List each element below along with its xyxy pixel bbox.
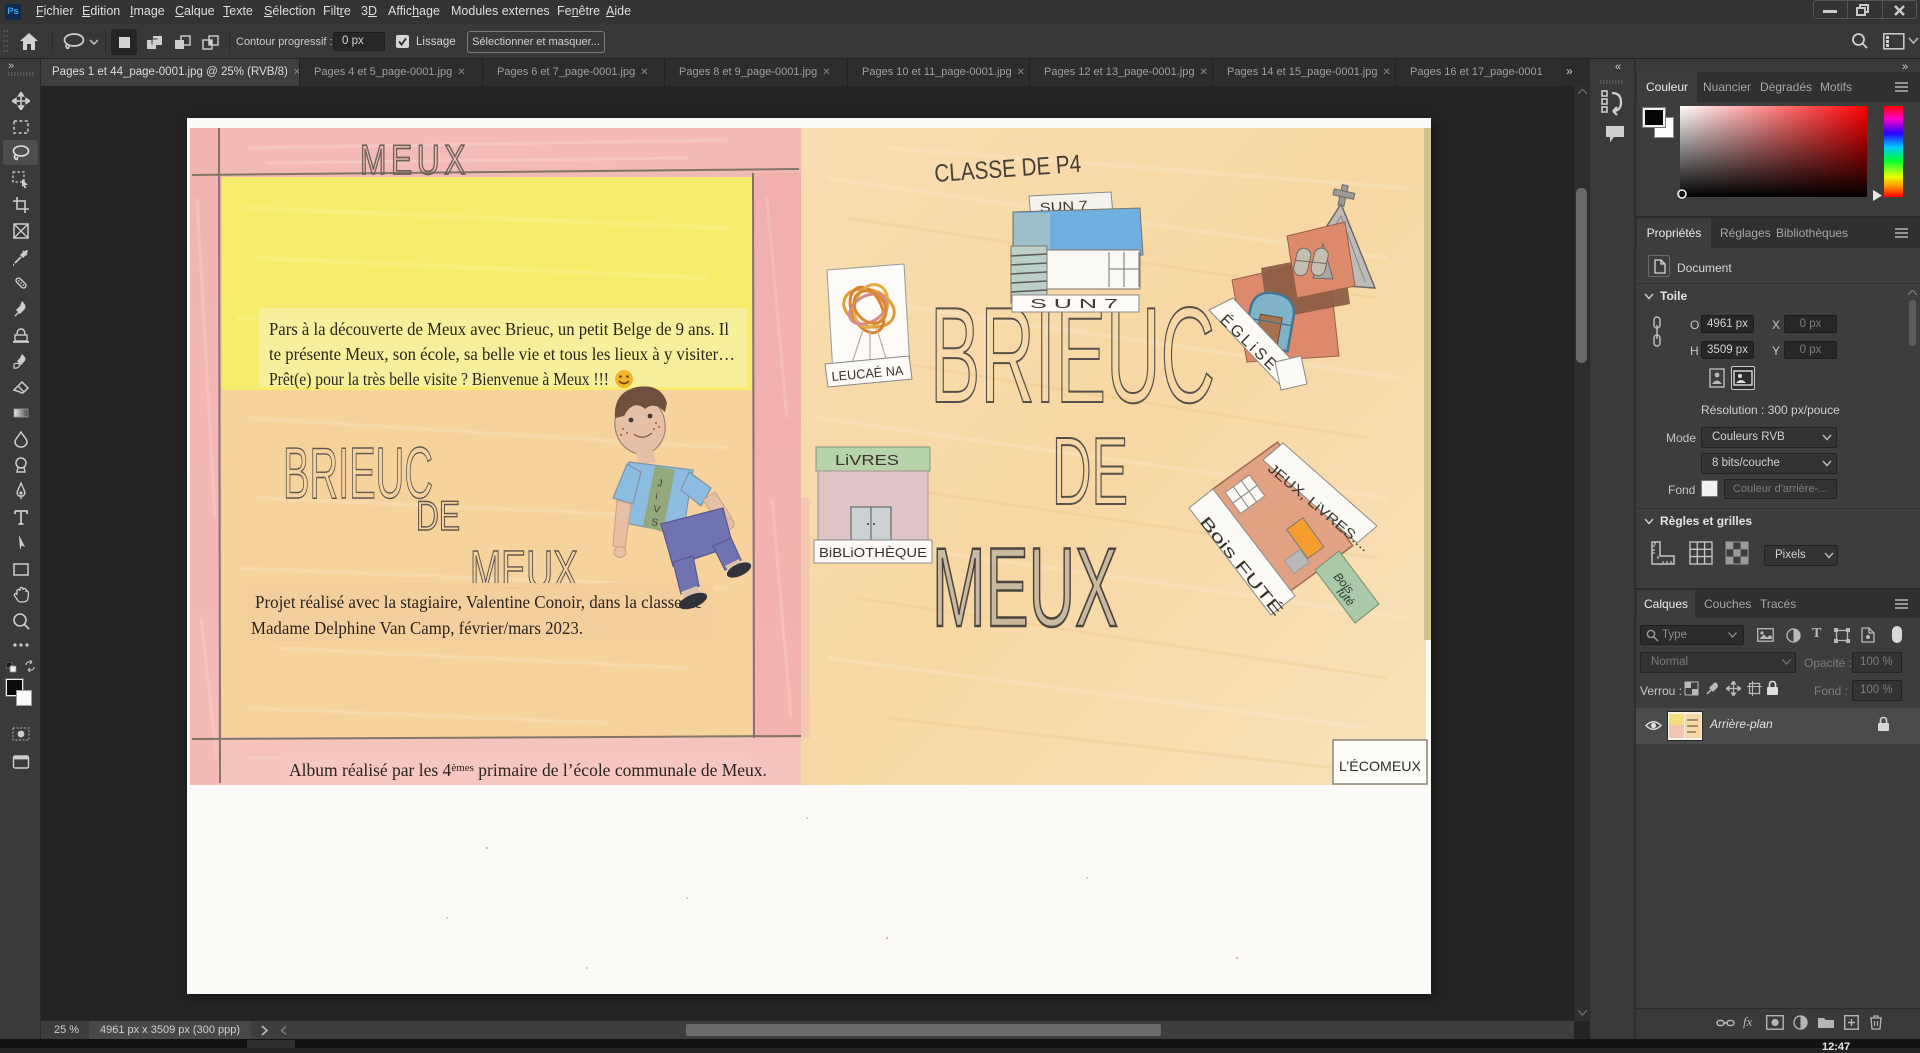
svg-text:Album réalisé par les 4èmes pr: Album réalisé par les 4èmes primaire de … [289,760,767,780]
svg-text:MEUX: MEUX [360,136,470,183]
svg-text:BRIEUC: BRIEUC [283,434,433,514]
svg-text:Pars à la découverte de Meux a: Pars à la découverte de Meux avec Brieuc… [269,319,729,339]
svg-text:Madame Delphine Van Camp, févr: Madame Delphine Van Camp, février/mars 2… [251,618,583,638]
svg-text:BiBLiOTHÈQUE: BiBLiOTHÈQUE [819,545,927,560]
svg-text:MEUX: MEUX [932,525,1118,650]
svg-text:Projet réalisé avec la stagiai: Projet réalisé avec la stagiaire, Valent… [255,592,702,612]
svg-text:te présente Meux, son école, s: te présente Meux, son école, sa belle vi… [269,344,735,364]
svg-text:LiVRES: LiVRES [835,452,899,469]
svg-text:DE: DE [416,492,460,539]
svg-text:DE: DE [1052,418,1128,525]
svg-text:L’ÉCOMEUX: L’ÉCOMEUX [1339,758,1422,774]
svg-text:Prêt(e) pour la très belle vis: Prêt(e) pour la très belle visite ? Bien… [269,369,609,389]
svg-text:S U N 7: S U N 7 [1030,296,1118,311]
